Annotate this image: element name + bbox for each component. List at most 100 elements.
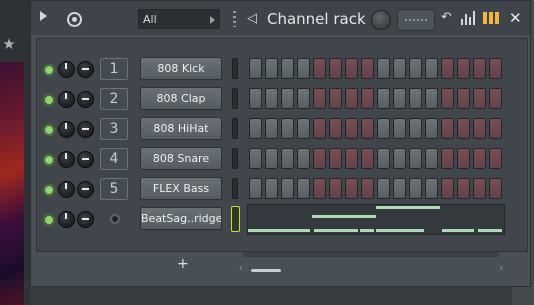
step-button[interactable] — [313, 178, 326, 199]
step-button[interactable] — [297, 118, 310, 139]
mixer-track-number[interactable]: 5 — [100, 178, 128, 200]
step-button[interactable] — [249, 88, 262, 109]
step-button[interactable] — [361, 118, 374, 139]
step-button[interactable] — [329, 58, 342, 79]
step-button[interactable] — [473, 178, 486, 199]
step-button[interactable] — [409, 178, 422, 199]
mixer-track-number[interactable]: 2 — [100, 88, 128, 110]
step-button[interactable] — [457, 148, 470, 169]
step-button[interactable] — [457, 178, 470, 199]
step-button[interactable] — [457, 88, 470, 109]
step-button[interactable] — [329, 178, 342, 199]
play-icon[interactable] — [40, 11, 47, 21]
step-button[interactable] — [297, 148, 310, 169]
step-button[interactable] — [345, 58, 358, 79]
channel-row[interactable]: 1 808 Kick — [37, 54, 527, 84]
horizontal-scrollbar[interactable]: ‹ › — [239, 264, 503, 275]
channel-pan-knob[interactable] — [77, 121, 94, 138]
step-button[interactable] — [473, 88, 486, 109]
channel-mute-led[interactable] — [44, 95, 54, 105]
step-button[interactable] — [377, 148, 390, 169]
step-button[interactable] — [281, 178, 294, 199]
step-button[interactable] — [313, 148, 326, 169]
scrollbar-thumb[interactable] — [251, 269, 281, 272]
step-button[interactable] — [441, 88, 454, 109]
step-button[interactable] — [345, 88, 358, 109]
channel-select-toggle[interactable] — [232, 88, 238, 109]
step-button[interactable] — [377, 178, 390, 199]
channel-pan-knob[interactable] — [77, 91, 94, 108]
step-button[interactable] — [409, 118, 422, 139]
swing-knob[interactable] — [371, 10, 391, 30]
close-icon[interactable]: ✕ — [509, 9, 522, 27]
channel-mute-led[interactable] — [44, 185, 54, 195]
step-button[interactable] — [393, 178, 406, 199]
step-button[interactable] — [441, 118, 454, 139]
channel-volume-knob[interactable] — [58, 61, 75, 78]
step-button[interactable] — [441, 148, 454, 169]
step-button[interactable] — [393, 58, 406, 79]
channel-name-button[interactable]: 808 Kick — [140, 57, 222, 80]
step-button[interactable] — [409, 148, 422, 169]
channel-pan-knob[interactable] — [77, 151, 94, 168]
channel-name-button[interactable]: 808 HiHat — [140, 117, 222, 140]
channel-volume-knob[interactable] — [58, 121, 75, 138]
step-button[interactable] — [377, 58, 390, 79]
step-button[interactable] — [473, 148, 486, 169]
channel-name-button[interactable]: BeatSag..ridge — [140, 207, 222, 230]
step-button[interactable] — [377, 88, 390, 109]
step-button[interactable] — [265, 148, 278, 169]
channel-select-toggle[interactable] — [232, 118, 238, 139]
step-button[interactable] — [297, 88, 310, 109]
step-button[interactable] — [361, 58, 374, 79]
step-button[interactable] — [345, 118, 358, 139]
channel-select-toggle[interactable] — [232, 58, 238, 79]
star-icon[interactable]: ★ — [0, 34, 18, 54]
step-button[interactable] — [281, 88, 294, 109]
step-button[interactable] — [473, 58, 486, 79]
step-button[interactable] — [249, 58, 262, 79]
channel-volume-knob[interactable] — [58, 181, 75, 198]
pattern-icon[interactable] — [483, 12, 501, 24]
add-channel-button[interactable]: + — [177, 257, 189, 271]
channel-name-button[interactable]: 808 Snare — [140, 147, 222, 170]
step-button[interactable] — [377, 118, 390, 139]
step-button[interactable] — [313, 58, 326, 79]
step-button[interactable] — [489, 148, 502, 169]
mixer-track-number[interactable]: 3 — [100, 118, 128, 140]
step-button[interactable] — [329, 118, 342, 139]
step-button[interactable] — [409, 88, 422, 109]
mixer-track-number[interactable]: 4 — [100, 148, 128, 170]
step-button[interactable] — [249, 148, 262, 169]
channel-name-button[interactable]: FLEX Bass — [140, 177, 222, 200]
step-button[interactable] — [313, 88, 326, 109]
swing-slider[interactable] — [397, 9, 435, 31]
channel-volume-knob[interactable] — [58, 211, 75, 228]
channel-mute-led[interactable] — [44, 215, 54, 225]
step-button[interactable] — [361, 148, 374, 169]
step-button[interactable] — [265, 88, 278, 109]
step-button[interactable] — [345, 178, 358, 199]
channel-select-toggle[interactable] — [231, 206, 240, 232]
step-button[interactable] — [489, 58, 502, 79]
channel-filter-dropdown[interactable]: All — [138, 9, 220, 29]
channel-row[interactable]: 2 808 Clap — [37, 84, 527, 114]
step-button[interactable] — [361, 178, 374, 199]
channel-volume-knob[interactable] — [58, 151, 75, 168]
step-button[interactable] — [249, 118, 262, 139]
step-button[interactable] — [425, 58, 438, 79]
channel-name-button[interactable]: 808 Clap — [140, 87, 222, 110]
step-button[interactable] — [297, 58, 310, 79]
step-button[interactable] — [281, 148, 294, 169]
channel-row[interactable]: 3 808 HiHat — [37, 114, 527, 144]
step-button[interactable] — [409, 58, 422, 79]
step-button[interactable] — [329, 148, 342, 169]
step-button[interactable] — [425, 118, 438, 139]
step-button[interactable] — [457, 118, 470, 139]
step-button[interactable] — [441, 178, 454, 199]
scroll-left-icon[interactable]: ‹ — [239, 264, 243, 274]
step-button[interactable] — [265, 58, 278, 79]
channel-mute-led[interactable] — [44, 155, 54, 165]
step-button[interactable] — [393, 118, 406, 139]
step-button[interactable] — [265, 118, 278, 139]
